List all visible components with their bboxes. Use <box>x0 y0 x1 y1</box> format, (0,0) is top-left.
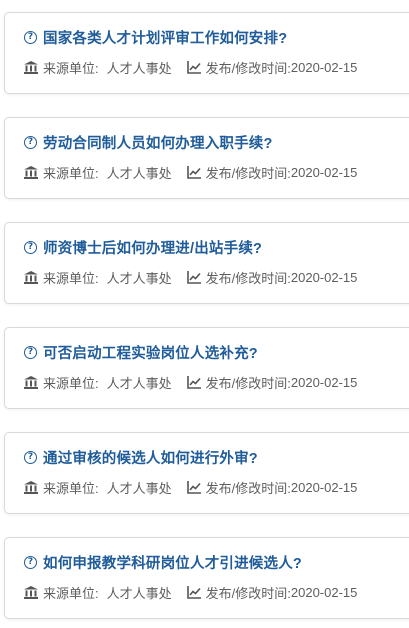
institution-icon <box>24 376 38 389</box>
faq-question[interactable]: 通过审核的候选人如何进行外审? <box>43 447 258 468</box>
date-group: 发布/修改时间: 2020-02-15 <box>186 373 358 392</box>
faq-card[interactable]: ? 如何申报教学科研岗位人才引进候选人? 来源单位: 人才人事处 发布/修改时间… <box>4 537 409 619</box>
institution-icon <box>24 166 38 179</box>
institution-icon <box>24 481 38 494</box>
faq-meta: 来源单位: 人才人事处 发布/修改时间: 2020-02-15 <box>24 163 357 182</box>
source-value: 人才人事处 <box>106 481 172 496</box>
source-label: 来源单位: <box>43 586 99 601</box>
faq-title[interactable]: ? 通过审核的候选人如何进行外审? <box>24 447 258 468</box>
faq-card[interactable]: ? 国家各类人才计划评审工作如何安排? 来源单位: 人才人事处 发布/修改时间:… <box>4 12 409 94</box>
faq-title[interactable]: ? 劳动合同制人员如何办理入职手续? <box>24 132 273 153</box>
source-label: 来源单位: <box>43 271 99 286</box>
faq-card[interactable]: ? 师资博士后如何办理进/出站手续? 来源单位: 人才人事处 发布/修改时间: … <box>4 222 409 304</box>
source-group: 来源单位: 人才人事处 <box>24 268 172 287</box>
source-label: 来源单位: <box>43 166 99 181</box>
source-value: 人才人事处 <box>106 376 172 391</box>
line-chart-icon <box>186 166 201 179</box>
faq-question[interactable]: 如何申报教学科研岗位人才引进候选人? <box>43 552 302 573</box>
date-group: 发布/修改时间: 2020-02-15 <box>186 478 358 497</box>
source-group: 来源单位: 人才人事处 <box>24 373 172 392</box>
faq-meta: 来源单位: 人才人事处 发布/修改时间: 2020-02-15 <box>24 268 357 287</box>
date-label: 发布/修改时间: <box>205 481 291 496</box>
faq-question[interactable]: 国家各类人才计划评审工作如何安排? <box>43 27 287 48</box>
date-group: 发布/修改时间: 2020-02-15 <box>186 163 358 182</box>
line-chart-icon <box>186 271 201 284</box>
line-chart-icon <box>186 586 201 599</box>
institution-icon <box>24 61 38 74</box>
faq-card[interactable]: ? 可否启动工程实验岗位人选补充? 来源单位: 人才人事处 发布/修改时间: 2… <box>4 327 409 409</box>
date-value: 2020-02-15 <box>290 480 358 495</box>
source-label: 来源单位: <box>43 61 99 76</box>
faq-meta: 来源单位: 人才人事处 发布/修改时间: 2020-02-15 <box>24 373 357 392</box>
date-group: 发布/修改时间: 2020-02-15 <box>186 58 358 77</box>
source-group: 来源单位: 人才人事处 <box>24 583 172 602</box>
date-group: 发布/修改时间: 2020-02-15 <box>186 583 358 602</box>
faq-meta: 来源单位: 人才人事处 发布/修改时间: 2020-02-15 <box>24 583 357 602</box>
date-value: 2020-02-15 <box>290 60 358 75</box>
question-circle-icon: ? <box>24 556 37 569</box>
faq-title[interactable]: ? 如何申报教学科研岗位人才引进候选人? <box>24 552 302 573</box>
line-chart-icon <box>186 61 201 74</box>
date-label: 发布/修改时间: <box>205 376 291 391</box>
line-chart-icon <box>186 481 201 494</box>
question-circle-icon: ? <box>24 346 37 359</box>
source-label: 来源单位: <box>43 376 99 391</box>
institution-icon <box>24 586 38 599</box>
date-value: 2020-02-15 <box>290 375 358 390</box>
source-group: 来源单位: 人才人事处 <box>24 163 172 182</box>
question-circle-icon: ? <box>24 451 37 464</box>
faq-question[interactable]: 师资博士后如何办理进/出站手续? <box>43 237 262 258</box>
source-group: 来源单位: 人才人事处 <box>24 478 172 497</box>
line-chart-icon <box>186 376 201 389</box>
source-group: 来源单位: 人才人事处 <box>24 58 172 77</box>
date-value: 2020-02-15 <box>290 270 358 285</box>
date-group: 发布/修改时间: 2020-02-15 <box>186 268 358 287</box>
faq-title[interactable]: ? 师资博士后如何办理进/出站手续? <box>24 237 262 258</box>
faq-card[interactable]: ? 通过审核的候选人如何进行外审? 来源单位: 人才人事处 发布/修改时间: 2… <box>4 432 409 514</box>
question-circle-icon: ? <box>24 136 37 149</box>
source-label: 来源单位: <box>43 481 99 496</box>
faq-title[interactable]: ? 可否启动工程实验岗位人选补充? <box>24 342 258 363</box>
question-circle-icon: ? <box>24 241 37 254</box>
date-label: 发布/修改时间: <box>205 166 291 181</box>
source-value: 人才人事处 <box>106 166 172 181</box>
source-value: 人才人事处 <box>106 586 172 601</box>
date-label: 发布/修改时间: <box>205 61 291 76</box>
date-label: 发布/修改时间: <box>205 271 291 286</box>
date-value: 2020-02-15 <box>290 585 358 600</box>
source-value: 人才人事处 <box>106 271 172 286</box>
faq-list: ? 国家各类人才计划评审工作如何安排? 来源单位: 人才人事处 发布/修改时间:… <box>0 0 409 628</box>
source-value: 人才人事处 <box>106 61 172 76</box>
date-label: 发布/修改时间: <box>205 586 291 601</box>
institution-icon <box>24 271 38 284</box>
faq-meta: 来源单位: 人才人事处 发布/修改时间: 2020-02-15 <box>24 58 357 77</box>
faq-title[interactable]: ? 国家各类人才计划评审工作如何安排? <box>24 27 287 48</box>
faq-question[interactable]: 劳动合同制人员如何办理入职手续? <box>43 132 273 153</box>
question-circle-icon: ? <box>24 31 37 44</box>
faq-meta: 来源单位: 人才人事处 发布/修改时间: 2020-02-15 <box>24 478 357 497</box>
faq-card[interactable]: ? 劳动合同制人员如何办理入职手续? 来源单位: 人才人事处 发布/修改时间: … <box>4 117 409 199</box>
date-value: 2020-02-15 <box>290 165 358 180</box>
faq-question[interactable]: 可否启动工程实验岗位人选补充? <box>43 342 258 363</box>
